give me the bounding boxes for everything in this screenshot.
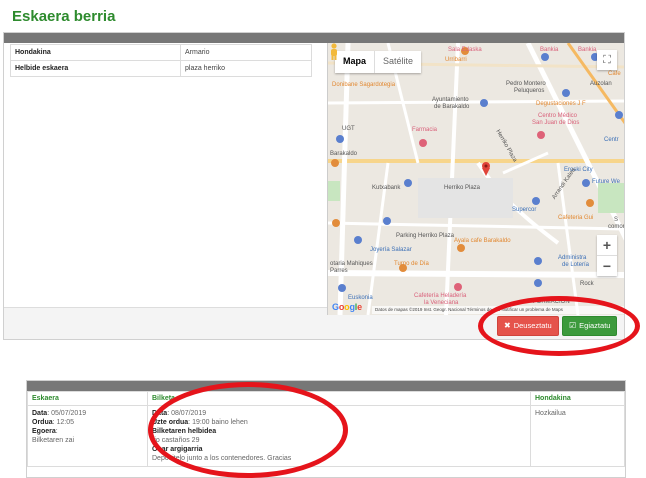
map-label: Parking Herriko Plaza bbox=[396, 233, 455, 239]
map-label: Centro Médico bbox=[538, 113, 578, 119]
hondakina-cell: Hozkailua bbox=[530, 405, 625, 467]
map-label: Administra bbox=[558, 255, 587, 261]
close-icon: ✖ bbox=[504, 321, 511, 330]
bilketa-cell: Data: 08/07/2019 Uzte ordua: 19:00 baino… bbox=[147, 405, 531, 467]
card-header-bar bbox=[27, 381, 625, 391]
map-label: San Juan de Dios bbox=[532, 120, 580, 126]
map-label: FORMACIÓN bbox=[533, 299, 570, 305]
page: Eskaera berria Hondakina Armario Helbide… bbox=[0, 0, 646, 478]
field-value: Depositelo junto a los contenedores. Gra… bbox=[152, 455, 292, 462]
map-label: Future We bbox=[592, 179, 620, 185]
map-label: Turno de Día bbox=[394, 261, 429, 267]
field-value: rio castaños 29 bbox=[152, 437, 200, 444]
field-label: Ordua bbox=[32, 419, 53, 426]
map-attribution[interactable]: Datos de mapas ©2019 Inst. Geogr. Nacion… bbox=[372, 306, 624, 314]
column-header-hondakina: Hondakina bbox=[530, 391, 625, 406]
field-label: Uzte ordua bbox=[152, 419, 189, 426]
field-label: Bilketaren helbidea bbox=[152, 428, 217, 435]
eskaera-cell: Data: 05/07/2019 Ordua: 12:05 Egoera: Bi… bbox=[27, 405, 148, 467]
confirm-button-label: Egiaztatu bbox=[579, 321, 611, 330]
map-label: Cafetería Heladería bbox=[414, 293, 467, 299]
zoom-control: + − bbox=[597, 235, 617, 276]
map-label: Auzolan bbox=[590, 81, 612, 87]
field-value: 19:00 baino lehen bbox=[192, 419, 248, 426]
map-label: Kutxabank bbox=[372, 185, 401, 191]
zoom-out-button[interactable]: − bbox=[597, 256, 617, 276]
map-label: Barakaldo bbox=[330, 151, 358, 157]
map-label: Cafeteria Gui bbox=[558, 215, 594, 221]
zoom-in-button[interactable]: + bbox=[597, 235, 617, 255]
map-label: Rock bbox=[580, 281, 594, 287]
field-label: Egoera bbox=[32, 428, 56, 435]
order-summary-card: Eskaera Bilketa Hondakina Data: 05/07/20… bbox=[26, 380, 626, 478]
table-row: Data: 05/07/2019 Ordua: 12:05 Egoera: Bi… bbox=[27, 405, 625, 467]
confirm-button[interactable]: ☑ Egiaztatu bbox=[562, 316, 618, 336]
table-header-row: Eskaera Bilketa Hondakina bbox=[27, 391, 625, 406]
checkbox-icon: ☑ bbox=[569, 321, 577, 330]
details-label: Hondakina bbox=[10, 44, 181, 61]
details-row-waste: Hondakina Armario bbox=[10, 44, 312, 61]
column-header-bilketa: Bilketa bbox=[147, 391, 531, 406]
card-header-bar bbox=[4, 33, 624, 43]
map-label: Parres bbox=[330, 268, 348, 274]
map-type-control: Mapa Satélite bbox=[335, 51, 422, 73]
map-view[interactable]: Sala Edaska Bankia Bankia Cafe Urribarri… bbox=[327, 43, 624, 315]
map-label: Supercor bbox=[512, 207, 537, 213]
map-label: Euskonia bbox=[348, 295, 373, 301]
field-label: Data bbox=[32, 410, 48, 417]
map-label: Donibane Sagardotegia bbox=[332, 82, 396, 88]
map-label: Joyería Salazar bbox=[370, 247, 412, 253]
map-label: Farmacia bbox=[412, 127, 438, 133]
map-type-satellite-button[interactable]: Satélite bbox=[375, 51, 421, 73]
details-label: Helbide eskaera bbox=[10, 60, 181, 77]
cancel-button-label: Deuseztatu bbox=[513, 321, 552, 330]
page-title: Eskaera berria bbox=[12, 8, 116, 25]
field-value: 12:05 bbox=[56, 419, 75, 426]
details-value: Armario bbox=[180, 44, 312, 61]
field-label: Data bbox=[152, 410, 168, 417]
fullscreen-icon[interactable]: ⛶ bbox=[597, 50, 617, 70]
details-value: plaza herriko bbox=[180, 60, 312, 77]
field-value: 05/07/2019 bbox=[51, 410, 87, 417]
map-type-map-button[interactable]: Mapa bbox=[335, 51, 376, 73]
map-label: Sala Edaska bbox=[448, 47, 482, 53]
map-label: de Barakaldo bbox=[434, 104, 470, 110]
status-value: Bilketaren zai bbox=[32, 437, 75, 444]
map-label: Cafe bbox=[608, 71, 621, 77]
map-label: Pedro Montero bbox=[506, 81, 546, 87]
details-row-address: Helbide eskaera plaza herriko bbox=[10, 60, 312, 77]
column-header-eskaera: Eskaera bbox=[27, 391, 148, 406]
map-label: UGT bbox=[342, 126, 355, 132]
map-label: Ayuntamiento bbox=[432, 97, 469, 103]
map-label: Bankia bbox=[540, 47, 559, 53]
map-label: de Lotería bbox=[562, 262, 590, 268]
pegman-icon[interactable] bbox=[328, 43, 340, 61]
map-label: Degustaciones J F bbox=[536, 101, 586, 107]
map-label: Urribarri bbox=[445, 57, 467, 63]
cancel-button[interactable]: ✖ Deuseztatu bbox=[497, 316, 559, 336]
order-table: Eskaera Bilketa Hondakina Data: 05/07/20… bbox=[27, 391, 625, 467]
google-logo[interactable]: Google bbox=[332, 302, 362, 312]
map-label: Bankia bbox=[578, 47, 597, 53]
map-label: Peluqueros bbox=[514, 88, 545, 94]
field-label: Ohar argigarria bbox=[152, 446, 203, 453]
map-label: S bbox=[614, 217, 619, 223]
map-label: Ayala cafe Barakaldo bbox=[454, 238, 511, 244]
map-label: Herriko Plaza bbox=[444, 185, 481, 191]
map-label: otaria Mahiques bbox=[330, 261, 373, 267]
field-value: 08/07/2019 bbox=[171, 410, 207, 417]
map-label: Centr bbox=[604, 137, 619, 143]
map-label: comor bbox=[608, 224, 624, 230]
details-table: Hondakina Armario Helbide eskaera plaza … bbox=[10, 44, 312, 77]
